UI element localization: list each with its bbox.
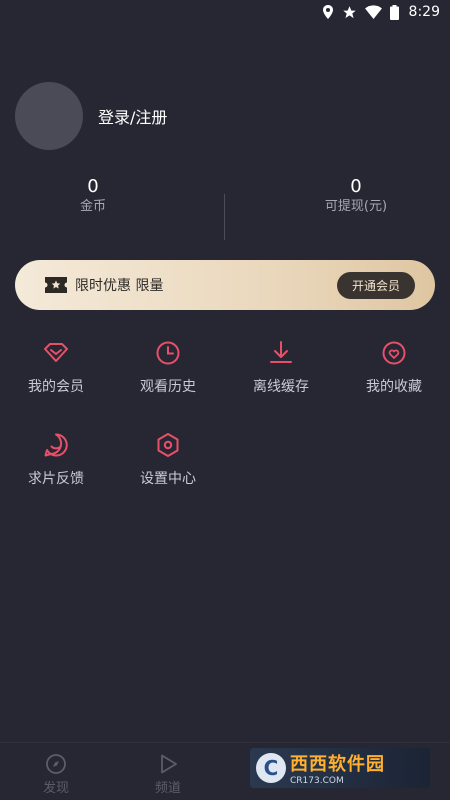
watermark-logo: C 西西软件园 CR173.COM — [250, 748, 430, 788]
play-icon — [161, 754, 177, 774]
menu-item-my-membership[interactable]: 我的会员 — [0, 340, 112, 396]
diamond-icon — [44, 343, 68, 362]
menu-item-watch-history[interactable]: 观看历史 — [112, 340, 224, 396]
nav-tab-label: 发现 — [42, 781, 69, 796]
star-icon — [342, 5, 356, 18]
feedback-icon — [44, 433, 68, 457]
vip-promo-banner[interactable]: 限时优惠 限量 开通会员 — [15, 260, 435, 310]
nav-tab-label: 频道 — [154, 781, 181, 796]
status-bar: 8:29 — [0, 0, 450, 24]
settings-icon — [157, 433, 179, 457]
coins-value: 0 — [87, 176, 99, 197]
menu-item-request-feedback[interactable]: 求片反馈 — [0, 432, 112, 488]
nav-tab-discover[interactable]: 发现 — [0, 753, 112, 796]
nav-tab-channel[interactable]: 频道 — [112, 753, 224, 796]
withdrawable-stat[interactable]: 0 可提现(元) — [256, 176, 450, 216]
stats-divider — [224, 194, 225, 240]
clock-icon — [156, 341, 180, 365]
coins-stat[interactable]: 0 金币 — [0, 176, 193, 216]
watermark-c-icon: C — [256, 753, 286, 783]
vip-promo-text: 限时优惠 限量 — [75, 278, 164, 294]
menu-item-label: 我的收藏 — [366, 379, 422, 395]
download-icon — [270, 341, 292, 363]
battery-icon — [389, 4, 399, 20]
open-vip-button[interactable]: 开通会员 — [337, 272, 415, 299]
location-icon — [322, 5, 333, 19]
withdrawable-label: 可提现(元) — [324, 199, 388, 214]
compass-icon — [46, 754, 66, 774]
avatar[interactable] — [15, 82, 83, 150]
watermark-title: 西西软件园 — [290, 754, 385, 775]
stats-row: 0 金币 0 可提现(元) — [0, 176, 450, 242]
withdrawable-value: 0 — [350, 176, 362, 197]
profile-header[interactable]: 登录/注册 — [15, 82, 167, 150]
menu-item-label: 设置中心 — [140, 471, 196, 487]
menu-item-label: 我的会员 — [28, 379, 84, 395]
heart-icon — [382, 341, 406, 365]
login-register-link[interactable]: 登录/注册 — [98, 104, 167, 128]
wifi-icon — [364, 5, 382, 19]
ticket-icon — [45, 277, 67, 293]
menu-item-settings[interactable]: 设置中心 — [112, 432, 224, 488]
menu-item-label: 求片反馈 — [28, 471, 84, 487]
status-time: 8:29 — [408, 4, 440, 20]
menu-item-offline-cache[interactable]: 离线缓存 — [225, 340, 337, 396]
watermark-subtitle: CR173.COM — [290, 776, 344, 786]
coins-label: 金币 — [79, 199, 106, 214]
menu-item-label: 离线缓存 — [253, 379, 309, 395]
menu-item-label: 观看历史 — [140, 379, 196, 395]
menu-item-my-favorites[interactable]: 我的收藏 — [338, 340, 450, 396]
